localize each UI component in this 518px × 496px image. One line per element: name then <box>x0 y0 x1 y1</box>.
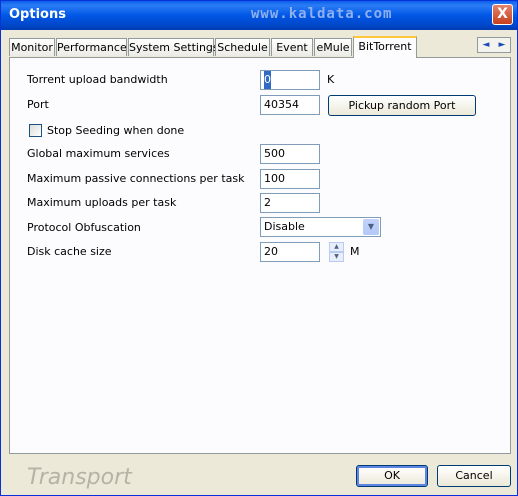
chevron-down-icon[interactable]: ▼ <box>363 219 379 235</box>
tab-bittorrent[interactable]: BitTorrent <box>353 36 417 58</box>
scroll-left-icon[interactable]: ◄ <box>478 38 494 52</box>
disk-cache-spinner: ▲ ▼ <box>329 242 344 262</box>
protocol-obfuscation-select[interactable]: Disable ▼ <box>260 217 381 237</box>
options-window: Options www.kaldata.com X Monitor Perfor… <box>0 0 518 496</box>
tab-performance[interactable]: Performance <box>56 38 127 56</box>
max-uploads-label: Maximum uploads per task <box>27 196 177 209</box>
tab-scroll-buttons: ◄ ► <box>477 37 511 53</box>
max-passive-input[interactable]: 100 <box>260 169 320 189</box>
protocol-obfuscation-label: Protocol Obfuscation <box>27 221 141 234</box>
protocol-obfuscation-value: Disable <box>264 220 305 233</box>
close-icon: X <box>497 6 508 22</box>
disk-cache-unit: M <box>350 245 360 258</box>
upload-bandwidth-unit: K <box>327 73 335 86</box>
stop-seeding-label: Stop Seeding when done <box>47 124 185 137</box>
tab-monitor[interactable]: Monitor <box>9 38 55 56</box>
tab-system-settings[interactable]: System Settings <box>128 38 219 56</box>
tab-emule[interactable]: eMule <box>314 38 352 56</box>
title-bar[interactable]: Options www.kaldata.com X <box>1 1 517 30</box>
global-max-services-label: Global maximum services <box>27 147 170 160</box>
tab-event[interactable]: Event <box>271 38 313 56</box>
brand-logo: Transport <box>27 465 132 490</box>
spin-down-icon[interactable]: ▼ <box>329 252 344 262</box>
bittorrent-panel: Torrent upload bandwidth 0 K Port 40354 … <box>9 57 511 454</box>
tab-schedule[interactable]: Schedule <box>215 38 270 56</box>
upload-bandwidth-label: Torrent upload bandwidth <box>27 73 168 86</box>
close-button[interactable]: X <box>492 4 513 25</box>
ok-button[interactable]: OK <box>356 465 428 487</box>
upload-bandwidth-value: 0 <box>264 71 271 89</box>
spin-up-icon[interactable]: ▲ <box>329 242 344 252</box>
watermark-text: www.kaldata.com <box>251 6 393 22</box>
window-title: Options <box>9 7 66 22</box>
disk-cache-input[interactable]: 20 <box>260 242 320 262</box>
scroll-right-icon[interactable]: ► <box>494 38 510 52</box>
cancel-button[interactable]: Cancel <box>437 465 511 487</box>
stop-seeding-checkbox[interactable] <box>29 124 42 137</box>
disk-cache-label: Disk cache size <box>27 245 112 258</box>
port-label: Port <box>27 98 49 111</box>
upload-bandwidth-input[interactable]: 0 <box>260 70 320 90</box>
max-passive-label: Maximum passive connections per task <box>27 172 245 185</box>
port-input[interactable]: 40354 <box>260 95 320 115</box>
max-uploads-input[interactable]: 2 <box>260 193 320 213</box>
global-max-services-input[interactable]: 500 <box>260 144 320 164</box>
pickup-random-port-button[interactable]: Pickup random Port <box>328 95 476 116</box>
